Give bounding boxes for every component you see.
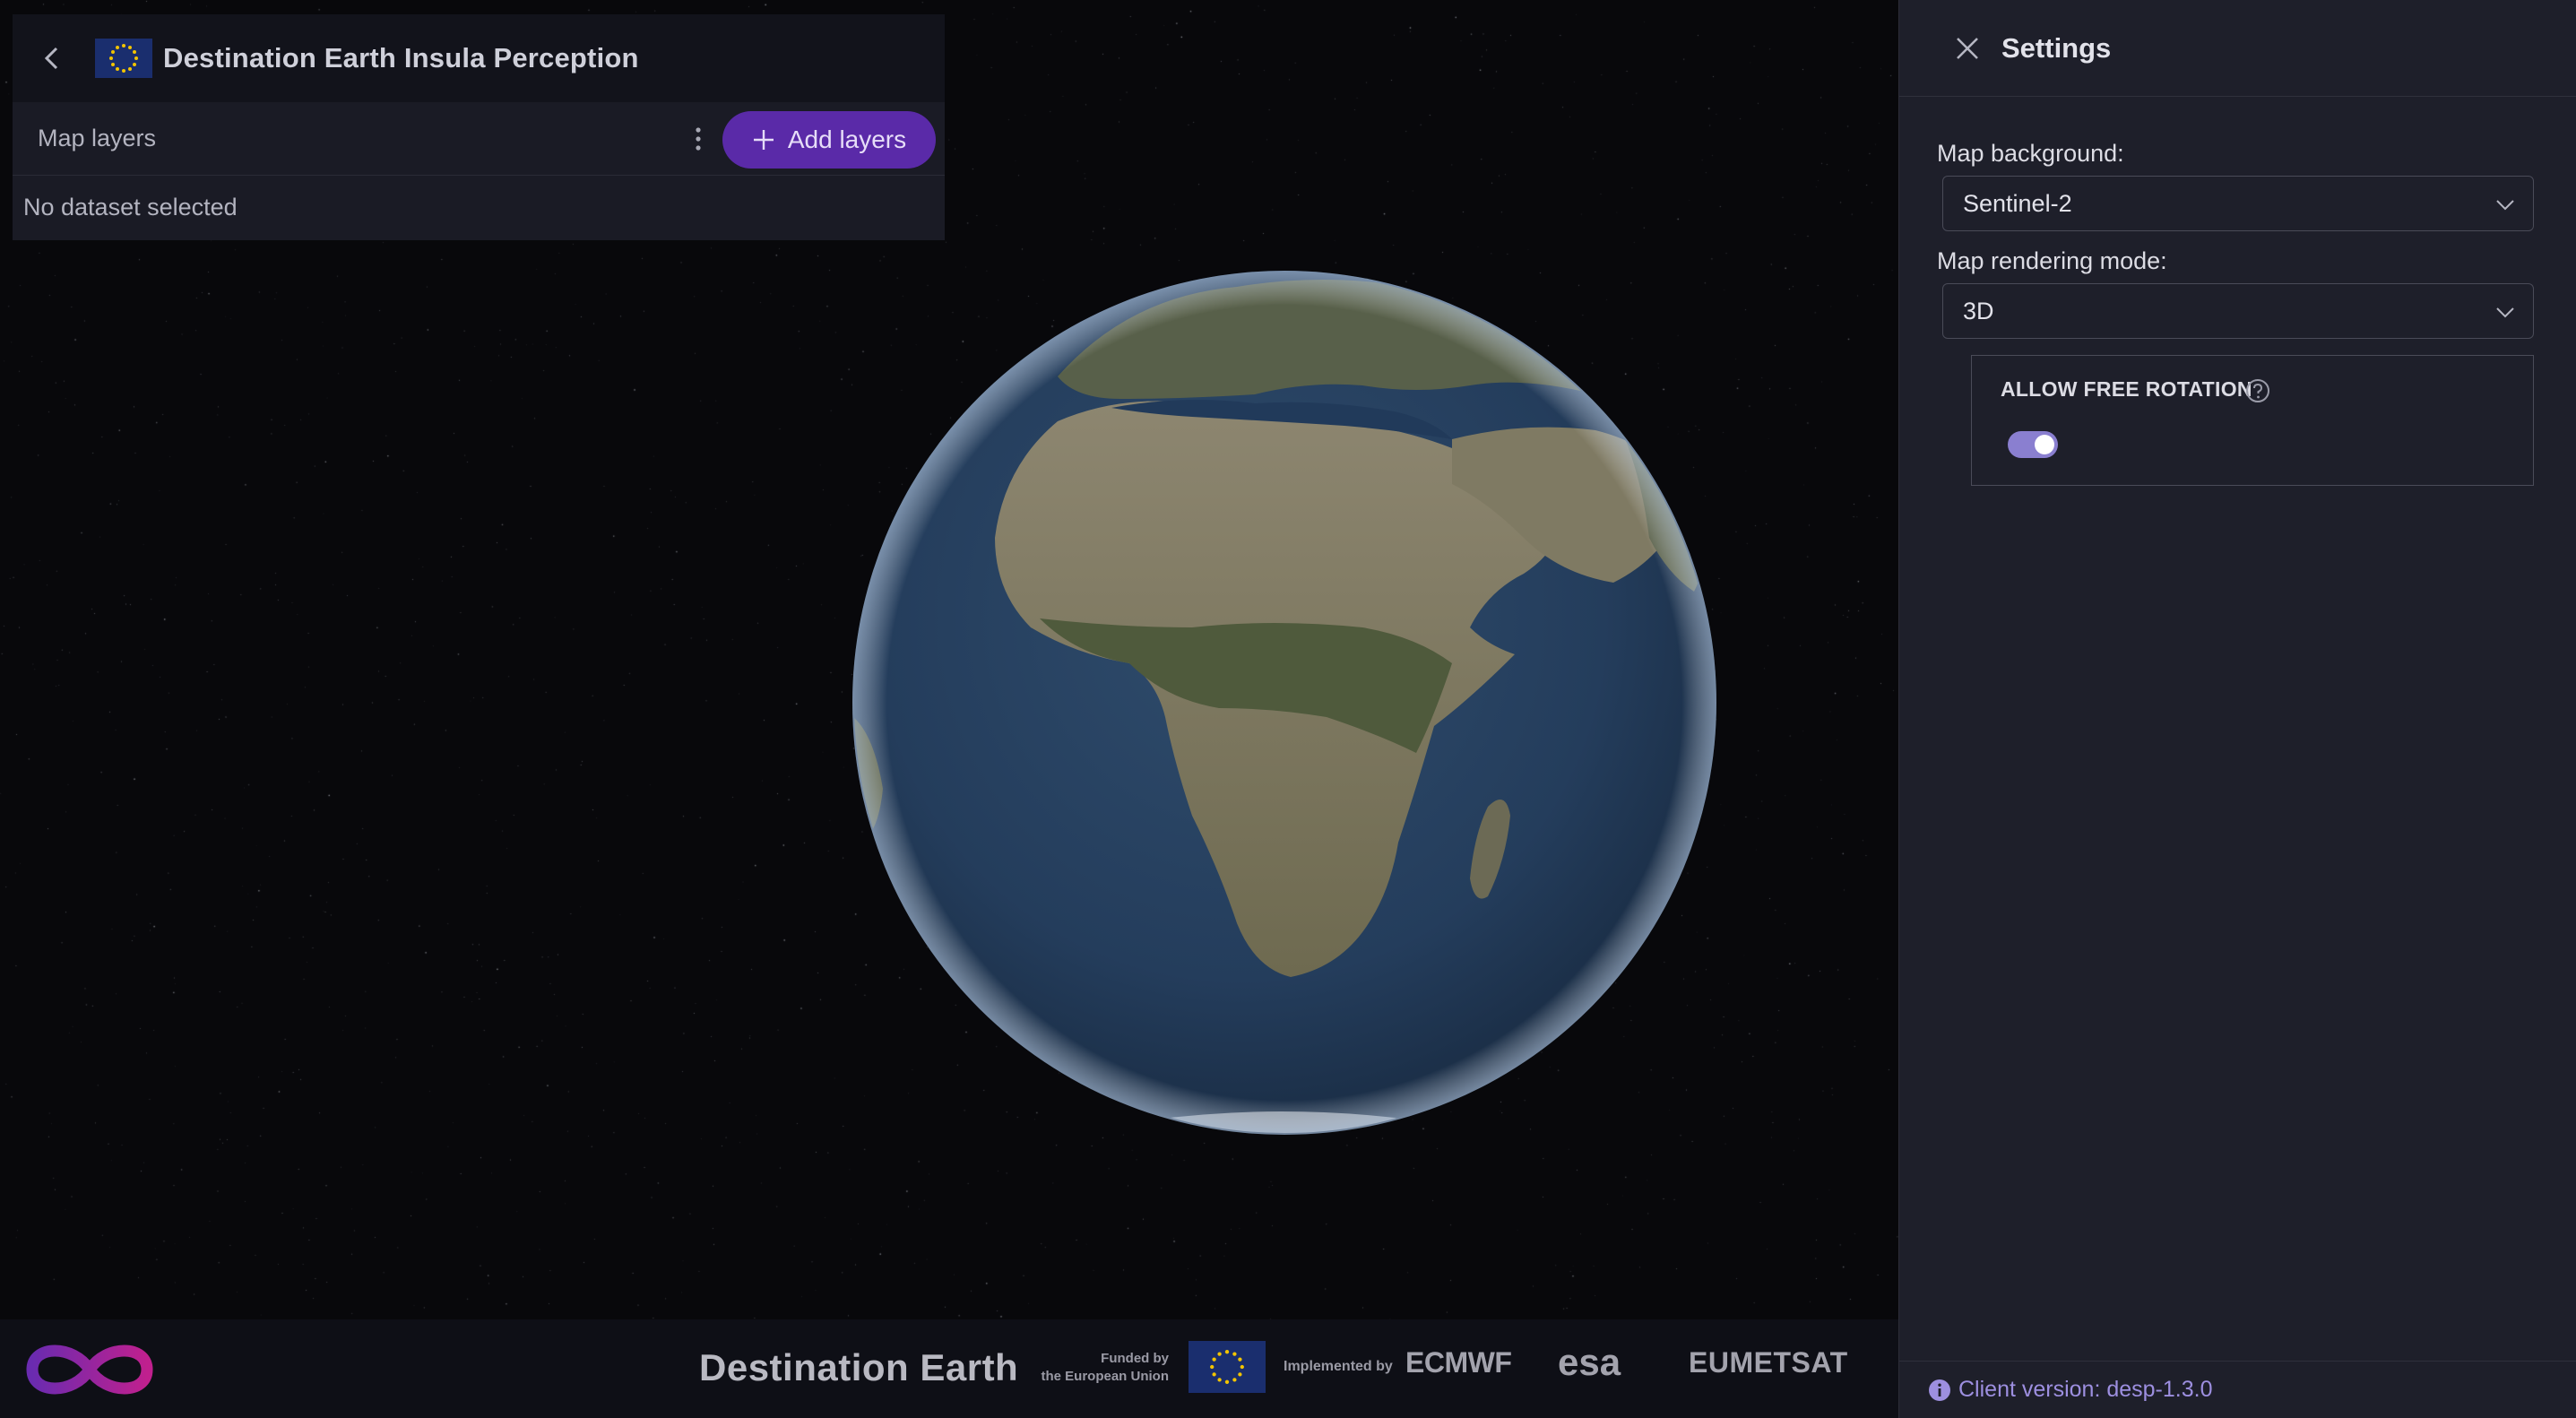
map-layers-header: Map layers Add layers: [13, 102, 945, 176]
eu-flag-logo: [95, 39, 152, 78]
rendering-mode-label: Map rendering mode:: [1937, 247, 2167, 274]
close-settings-button[interactable]: [1944, 25, 1991, 72]
chevron-down-icon: [2496, 307, 2514, 318]
toggle-knob: [2035, 435, 2054, 454]
app-title: Destination Earth Insula Perception: [163, 42, 639, 73]
globe-map-view[interactable]: Destination Earth Insula Perception Map …: [0, 0, 1898, 1319]
vertical-dots-icon: [696, 127, 701, 151]
map-background-value: Sentinel-2: [1963, 189, 2072, 217]
footer-bar: Destination Earth Funded by the European…: [0, 1319, 1898, 1418]
map-background-select[interactable]: Sentinel-2: [1942, 176, 2534, 231]
info-icon: [1929, 1379, 1950, 1401]
rendering-mode-select[interactable]: 3D: [1942, 283, 2534, 339]
close-icon: [1957, 37, 1978, 59]
esa-logo: esa: [1558, 1341, 1621, 1383]
settings-panel: Settings Map background: Sentinel-2 Map …: [1898, 0, 2576, 1418]
eumetsat-logo: EUMETSAT: [1689, 1346, 1848, 1379]
settings-title: Settings: [2001, 31, 2112, 64]
free-rotation-section: ALLOW FREE ROTATION: [1971, 355, 2534, 486]
app-header: Destination Earth Insula Perception: [13, 14, 945, 102]
settings-footer: Client version: desp-1.3.0: [1899, 1361, 2576, 1418]
footer-brand-text: Destination Earth: [699, 1346, 1019, 1388]
map-layers-panel: Map layers Add layers No dataset selecte…: [13, 102, 945, 240]
implemented-by-text: Implemented by: [1284, 1359, 1393, 1374]
plus-icon: [753, 130, 774, 150]
no-dataset-message: No dataset selected: [23, 194, 238, 220]
funded-by-line-2: the European Union: [1041, 1369, 1170, 1384]
eu-flag-footer-logo: [1189, 1341, 1266, 1393]
chevron-down-icon: [2496, 200, 2514, 211]
more-options-button[interactable]: [676, 117, 721, 161]
rendering-mode-value: 3D: [1963, 297, 1994, 324]
free-rotation-label: ALLOW FREE ROTATION: [2001, 377, 2252, 401]
help-circle-icon[interactable]: [2244, 377, 2271, 404]
back-button[interactable]: [25, 31, 79, 85]
free-rotation-toggle[interactable]: [2008, 431, 2058, 458]
destine-infinity-logo[interactable]: [20, 1337, 160, 1402]
add-layers-button[interactable]: Add layers: [722, 111, 936, 169]
settings-header: Settings: [1899, 0, 2576, 97]
map-background-label: Map background:: [1937, 140, 2124, 167]
add-layers-label: Add layers: [787, 125, 907, 153]
atmosphere-rim: [852, 271, 1716, 1135]
ecmwf-logo: ECMWF: [1405, 1346, 1512, 1379]
client-version-text: Client version: desp-1.3.0: [1958, 1377, 2213, 1402]
chevron-left-icon: [44, 47, 58, 70]
map-layers-title: Map layers: [38, 125, 157, 151]
funded-by-text: Funded by the European Union: [1031, 1350, 1170, 1386]
funded-by-line-1: Funded by: [1101, 1351, 1169, 1366]
